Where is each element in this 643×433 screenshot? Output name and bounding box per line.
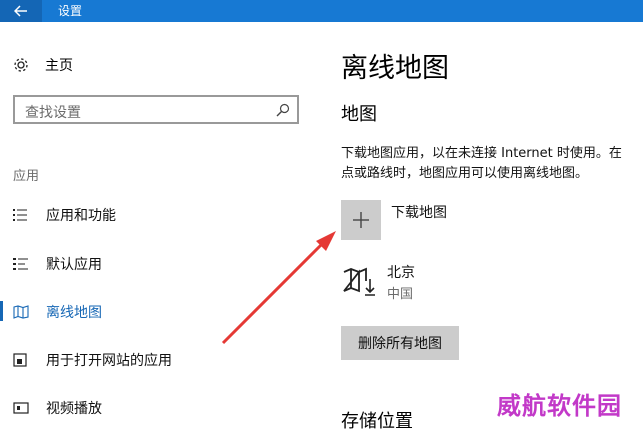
watermark: 威航软件园 bbox=[497, 391, 622, 420]
annotation-arrow bbox=[221, 231, 336, 345]
